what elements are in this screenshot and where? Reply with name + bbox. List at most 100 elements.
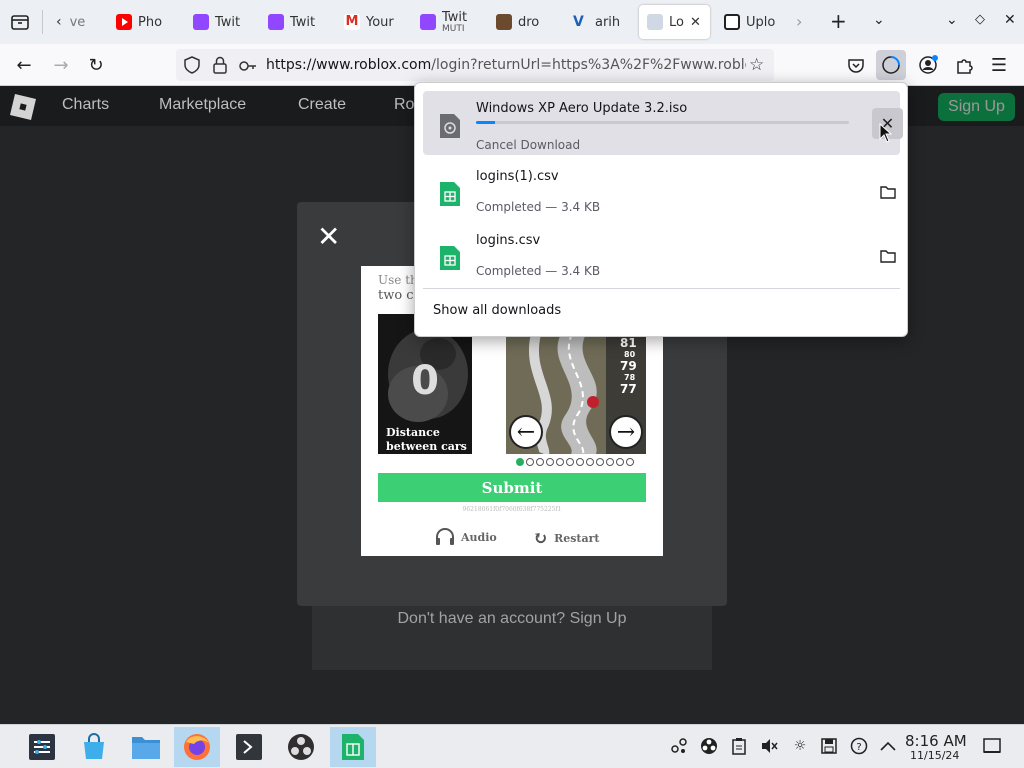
road-challenge-image: 81 80 79 78 77 ← → (506, 334, 646, 454)
tab-item[interactable]: Pho (116, 5, 172, 39)
pagination-dot[interactable] (526, 458, 534, 466)
files-app-icon[interactable] (123, 727, 169, 767)
modal-close-icon[interactable]: ✕ (317, 220, 340, 253)
svg-text:?: ? (856, 742, 861, 753)
nav-robux[interactable]: Ro (394, 96, 414, 114)
spreadsheet-icon (440, 182, 460, 206)
download-progress-bar (476, 121, 849, 124)
url-path: /login?returnUrl=https%3A%2F%2Fwww.roblo… (431, 57, 746, 73)
tab-label: arih (595, 14, 621, 30)
pagination-dot[interactable] (596, 458, 604, 466)
download-item[interactable]: Windows XP Aero Update 3.2.iso Cancel Do… (423, 91, 903, 155)
v-logo-icon: V (573, 14, 584, 30)
tab-item[interactable]: Twit MUTI (420, 5, 476, 39)
window-maximize-icon[interactable]: ◇ (975, 12, 985, 27)
image-icon (496, 14, 512, 30)
new-tab-icon[interactable]: + (830, 9, 847, 33)
steam-obs-tray-icon[interactable] (700, 737, 718, 755)
pagination-dot[interactable] (586, 458, 594, 466)
tab-item-active[interactable]: Lo ✕ (639, 5, 710, 39)
roblox-logo-icon[interactable] (9, 93, 37, 121)
download-status: Cancel Download (476, 138, 581, 152)
pagination-dot[interactable] (616, 458, 624, 466)
tab-strip: ‹ ve Pho Twit Twit M Your Twit MUTI dro … (0, 0, 1024, 44)
captcha-session-id: 96218061f0f7060f638f775225f1 (462, 506, 562, 513)
pagination-dot[interactable] (536, 458, 544, 466)
reload-icon[interactable]: ↻ (81, 50, 111, 80)
connect-tray-icon[interactable] (670, 737, 688, 755)
key-icon[interactable] (239, 58, 257, 77)
tab-overview-icon[interactable] (10, 12, 30, 32)
clipboard-tray-icon[interactable] (730, 737, 748, 755)
firefox-app-icon[interactable] (174, 727, 220, 767)
no-account-signup-link[interactable]: Don't have an account? Sign Up (312, 610, 712, 628)
pagination-dot[interactable] (566, 458, 574, 466)
url-bar[interactable]: https://www.roblox.com/login?returnUrl=h… (176, 49, 774, 81)
folder-icon (879, 185, 896, 199)
pagination-dot[interactable] (516, 458, 524, 466)
clock-date[interactable]: 11/15/24 (910, 749, 959, 762)
tab-label-group: Twit MUTI (442, 10, 467, 34)
close-tab-icon[interactable]: ✕ (690, 15, 701, 30)
tab-item[interactable]: ‹ ve (52, 5, 100, 39)
show-in-folder-button[interactable] (872, 240, 903, 271)
pagination-dot[interactable] (626, 458, 634, 466)
save-tray-icon[interactable] (820, 737, 838, 755)
show-all-downloads-link[interactable]: Show all downloads (433, 303, 561, 318)
previous-arrow-button[interactable]: ← (509, 415, 543, 449)
road-marker-labels: 81 80 79 78 77 (620, 336, 637, 396)
captcha-pagination-dots (516, 458, 634, 466)
window-close-icon[interactable]: ✕ (1004, 12, 1016, 28)
downloads-button-icon[interactable] (876, 50, 906, 80)
youtube-icon (116, 14, 132, 30)
pagination-dot[interactable] (556, 458, 564, 466)
clock-time[interactable]: 8:16 AM (905, 732, 967, 750)
hamburger-menu-icon[interactable]: ☰ (984, 50, 1014, 80)
back-arrow-icon[interactable]: ← (9, 50, 39, 80)
tab-item[interactable]: M Your (344, 5, 400, 39)
lock-icon[interactable] (213, 56, 227, 78)
tab-list-icon[interactable]: ⌄ (873, 12, 885, 28)
store-app-icon[interactable] (71, 727, 117, 767)
pagination-dot[interactable] (546, 458, 554, 466)
tab-item[interactable]: V arih (573, 5, 629, 39)
captcha-submit-button[interactable]: Submit (378, 473, 646, 502)
volume-muted-icon[interactable] (760, 737, 778, 755)
tab-item[interactable]: Twit (193, 5, 249, 39)
pagination-dot[interactable] (576, 458, 584, 466)
tab-item[interactable]: Twit (268, 5, 324, 39)
extensions-puzzle-icon[interactable] (949, 50, 979, 80)
captcha-restart-button[interactable]: ↻ Restart (533, 528, 600, 549)
settings-app-icon[interactable] (19, 727, 65, 767)
terminal-app-icon[interactable] (226, 727, 272, 767)
brightness-icon[interactable]: ☼ (791, 737, 809, 755)
spreadsheet-app-icon[interactable] (330, 727, 376, 767)
chevron-left-icon: ‹ (56, 14, 62, 30)
obs-app-icon[interactable] (278, 727, 324, 767)
headphones-icon (436, 528, 454, 545)
tab-item[interactable]: Uplo (724, 5, 780, 39)
pocket-icon[interactable] (841, 50, 871, 80)
show-in-folder-button[interactable] (872, 176, 903, 207)
signup-button[interactable]: Sign Up (938, 93, 1015, 121)
nav-create[interactable]: Create (298, 96, 346, 114)
forward-arrow-icon[interactable]: → (46, 50, 76, 80)
chevron-right-icon[interactable]: › (796, 12, 802, 31)
captcha-audio-button[interactable]: Audio (435, 528, 497, 546)
pagination-dot[interactable] (606, 458, 614, 466)
download-item[interactable]: logins.csv Completed — 3.4 KB (423, 223, 900, 287)
download-item[interactable]: logins(1).csv Completed — 3.4 KB (423, 159, 900, 223)
account-icon[interactable] (913, 50, 943, 80)
bookmark-star-icon[interactable]: ☆ (749, 55, 764, 75)
chevron-up-icon[interactable] (879, 737, 897, 755)
shield-icon[interactable] (184, 56, 200, 78)
distance-label-line: between cars (386, 440, 467, 453)
twitch-icon (268, 14, 284, 30)
nav-charts[interactable]: Charts (62, 96, 109, 114)
nav-marketplace[interactable]: Marketplace (159, 96, 246, 114)
window-minimize-icon[interactable]: ⌄ (946, 12, 958, 28)
next-arrow-button[interactable]: → (609, 415, 643, 449)
help-tray-icon[interactable]: ? (850, 737, 868, 755)
show-desktop-icon[interactable] (983, 737, 1001, 755)
tab-item[interactable]: dro (496, 5, 552, 39)
